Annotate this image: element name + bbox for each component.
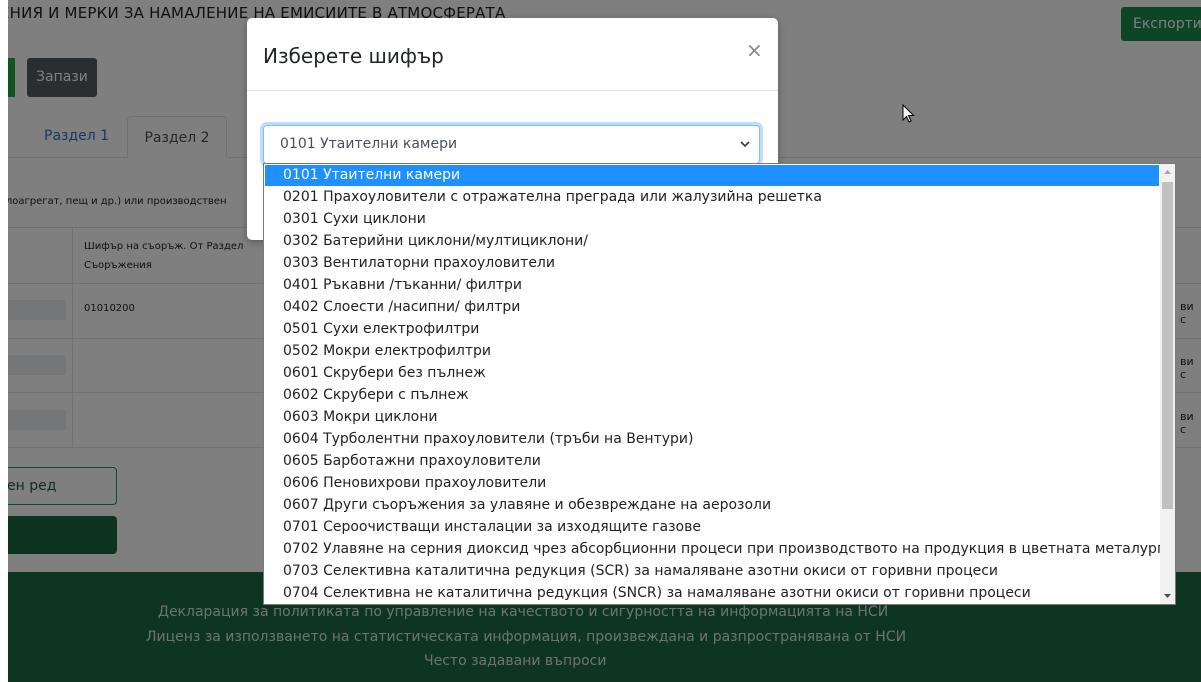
dropdown-option[interactable]: 0701 Сероочистващи инсталации за изходящ… (265, 517, 1159, 538)
scroll-thumb[interactable] (1162, 182, 1173, 509)
code-dropdown-list[interactable]: 0101 Утаителни камери 0201 Прахоуловители… (263, 163, 1176, 605)
dropdown-option[interactable]: 0401 Ръкавни /тъканни/ филтри (265, 275, 1159, 296)
dropdown-scrollbar[interactable] (1160, 164, 1175, 604)
dropdown-option[interactable]: 0302 Батерийни циклони/мултициклони/ (265, 231, 1159, 252)
dropdown-option[interactable]: 0101 Утаителни камери (265, 165, 1159, 186)
dropdown-option[interactable]: 0303 Вентилаторни прахоуловители (265, 253, 1159, 274)
window-left-edge (0, 0, 8, 682)
scroll-down-icon[interactable] (1160, 589, 1175, 604)
dropdown-option[interactable]: 0502 Мокри електрофилтри (265, 341, 1159, 362)
code-select[interactable]: 0101 Утаителни камери (263, 125, 760, 164)
dropdown-option[interactable]: 0301 Сухи циклони (265, 209, 1159, 230)
dropdown-option[interactable]: 0201 Прахоуловители с отражателна прегра… (265, 187, 1159, 208)
dropdown-option[interactable]: 0607 Други съоръжения за улавяне и обезв… (265, 495, 1159, 516)
dropdown-option[interactable]: 0603 Мокри циклони (265, 407, 1159, 428)
mouse-cursor-icon (902, 104, 915, 123)
modal-title: Изберете шифър (263, 44, 444, 68)
dropdown-option[interactable]: 0604 Турболентни прахоуловители (тръби н… (265, 429, 1159, 450)
dropdown-option[interactable]: 0704 Селективна не каталитична редукция … (265, 583, 1159, 604)
dropdown-option[interactable]: 0605 Барботажни прахоуловители (265, 451, 1159, 472)
code-select-value: 0101 Утаителни камери (280, 136, 458, 152)
scroll-up-icon[interactable] (1160, 164, 1175, 179)
dropdown-option[interactable]: 0402 Слоести /насипни/ филтри (265, 297, 1159, 318)
dropdown-option[interactable]: 0606 Пеновихрови прахоуловители (265, 473, 1159, 494)
close-icon[interactable]: × (746, 38, 763, 62)
chevron-down-icon (740, 141, 750, 148)
modal-header-divider (247, 90, 778, 91)
dropdown-option[interactable]: 0601 Скрубери без пълнеж (265, 363, 1159, 384)
dropdown-option[interactable]: 0602 Скрубери с пълнеж (265, 385, 1159, 406)
dropdown-option[interactable]: 0501 Сухи електрофилтри (265, 319, 1159, 340)
dropdown-option[interactable]: 0703 Селективна каталитична редукция (SC… (265, 561, 1159, 582)
dropdown-option[interactable]: 0702 Улавяне на серния диоксид чрез абсо… (265, 539, 1175, 560)
